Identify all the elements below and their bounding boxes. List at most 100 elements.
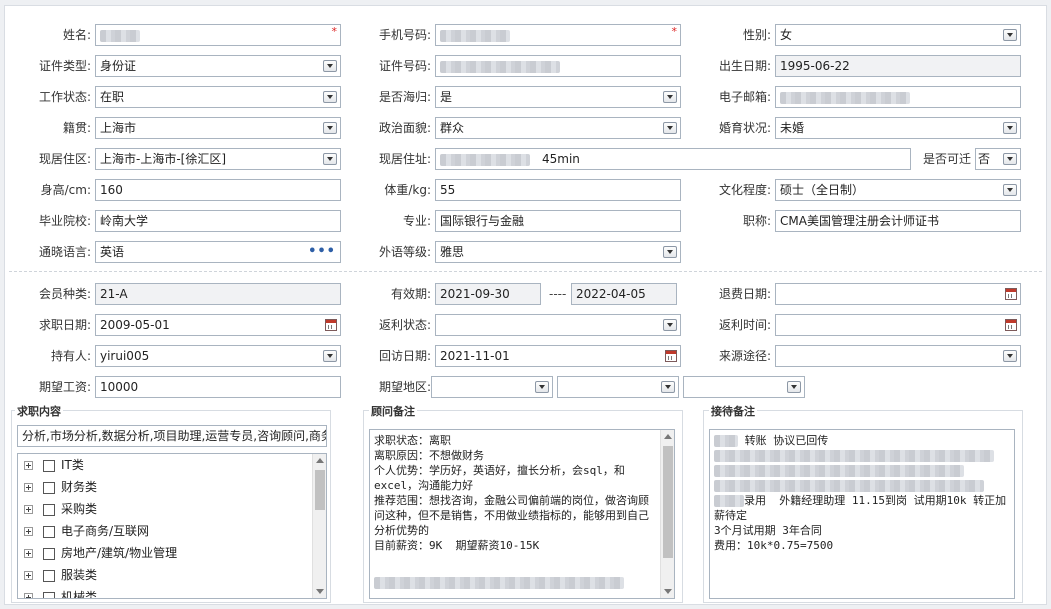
expand-icon[interactable] xyxy=(24,571,33,580)
expand-icon[interactable] xyxy=(24,549,33,558)
scroll-thumb[interactable] xyxy=(315,470,325,510)
school-field[interactable]: 岭南大学 xyxy=(95,210,341,232)
source-select[interactable] xyxy=(775,345,1021,367)
tree-item-finance[interactable]: 财务类 xyxy=(24,476,97,498)
chevron-down-icon[interactable] xyxy=(535,381,549,393)
chevron-down-icon[interactable] xyxy=(1003,350,1017,362)
reception-notes-textarea[interactable]: 转账 协议已回传 录用 外籍经理助理 11.15到岗 试用期10k 转正加薪待定… xyxy=(709,429,1015,599)
calendar-icon[interactable] xyxy=(665,350,677,362)
validity-end-field[interactable]: 2022-04-05 xyxy=(571,283,677,305)
chevron-down-icon[interactable] xyxy=(323,60,337,72)
major-field[interactable]: 国际银行与金融 xyxy=(435,210,681,232)
validity-start-value: 2021-09-30 xyxy=(440,287,510,301)
tree-item-it[interactable]: IT类 xyxy=(24,454,84,476)
expand-icon[interactable] xyxy=(24,593,33,598)
tree-item-apparel[interactable]: 服装类 xyxy=(24,564,97,586)
calendar-icon[interactable] xyxy=(1005,288,1017,300)
chevron-down-icon[interactable] xyxy=(323,122,337,134)
checkbox[interactable] xyxy=(43,481,55,494)
tree-item-realestate[interactable]: 房地产/建筑/物业管理 xyxy=(24,542,177,564)
redacted-text xyxy=(440,153,530,166)
id-no-field[interactable] xyxy=(435,55,681,77)
scroll-down-icon[interactable] xyxy=(664,589,672,594)
rebate-time-field[interactable] xyxy=(775,314,1021,336)
visit-date-field[interactable]: 2021-11-01 xyxy=(435,345,681,367)
checkbox[interactable] xyxy=(43,503,55,516)
expand-icon[interactable] xyxy=(24,461,33,470)
expand-icon[interactable] xyxy=(24,483,33,492)
scroll-up-icon[interactable] xyxy=(316,458,324,463)
tree-item-label: 电子商务/互联网 xyxy=(61,524,150,538)
work-status-select[interactable]: 在职 xyxy=(95,86,341,108)
scroll-up-icon[interactable] xyxy=(664,434,672,439)
member-type-field[interactable]: 21-A xyxy=(95,283,341,305)
id-type-select[interactable]: 身份证 xyxy=(95,55,341,77)
region-province-select[interactable] xyxy=(431,376,553,398)
language-label: 通晓语言: xyxy=(38,245,91,259)
rebate-status-select[interactable] xyxy=(435,314,681,336)
lang-level-select[interactable]: 雅思 xyxy=(435,241,681,263)
redacted-text xyxy=(714,450,994,462)
salary-field[interactable]: 10000 xyxy=(95,376,341,398)
birth-field[interactable]: 1995-06-22 xyxy=(775,55,1021,77)
email-field[interactable] xyxy=(775,86,1021,108)
more-icon[interactable]: ••• xyxy=(308,242,336,262)
name-field[interactable]: * xyxy=(95,24,341,46)
region-city-select[interactable] xyxy=(557,376,679,398)
language-field[interactable]: 英语 ••• xyxy=(95,241,341,263)
tree-item-ecommerce[interactable]: 电子商务/互联网 xyxy=(24,520,149,542)
chevron-down-icon[interactable] xyxy=(323,91,337,103)
holder-select[interactable]: yirui005 xyxy=(95,345,341,367)
phone-field[interactable]: * xyxy=(435,24,681,46)
chevron-down-icon[interactable] xyxy=(661,381,675,393)
checkbox[interactable] xyxy=(43,547,55,560)
checkbox[interactable] xyxy=(43,459,55,472)
relocate-select[interactable]: 否 xyxy=(975,148,1021,170)
job-date-field[interactable]: 2009-05-01 xyxy=(95,314,341,336)
calendar-icon[interactable] xyxy=(325,319,337,331)
chevron-down-icon[interactable] xyxy=(1003,153,1017,165)
refund-date-field[interactable] xyxy=(775,283,1021,305)
checkbox[interactable] xyxy=(43,525,55,538)
chevron-down-icon[interactable] xyxy=(663,319,677,331)
checkbox[interactable] xyxy=(43,569,55,582)
validity-start-field[interactable]: 2021-09-30 xyxy=(435,283,541,305)
chevron-down-icon[interactable] xyxy=(1003,122,1017,134)
scroll-thumb[interactable] xyxy=(663,446,673,558)
address-field[interactable]: 45min xyxy=(435,148,911,170)
height-field[interactable]: 160 xyxy=(95,179,341,201)
region-district-select[interactable] xyxy=(683,376,805,398)
overseas-select[interactable]: 是 xyxy=(435,86,681,108)
weight-field[interactable]: 55 xyxy=(435,179,681,201)
section-divider xyxy=(9,271,1042,272)
chevron-down-icon[interactable] xyxy=(323,153,337,165)
scroll-down-icon[interactable] xyxy=(316,589,324,594)
calendar-icon[interactable] xyxy=(1005,319,1017,331)
chevron-down-icon[interactable] xyxy=(323,350,337,362)
chevron-down-icon[interactable] xyxy=(663,246,677,258)
weight-label: 体重/kg: xyxy=(384,183,431,197)
consultant-notes-textarea[interactable]: 求职状态：离职 离职原因：不想做财务 个人优势：学历好，英语好，擅长分析，会sq… xyxy=(369,429,675,599)
chevron-down-icon[interactable] xyxy=(663,122,677,134)
job-category-tree[interactable]: IT类 财务类 采购类 电子商务/互联网 房地产/建筑/物业管理 服装类 机械类 xyxy=(17,453,327,599)
education-select[interactable]: 硕士（全日制） xyxy=(775,179,1021,201)
tree-item-machinery[interactable]: 机械类 xyxy=(24,586,97,598)
tree-item-purchasing[interactable]: 采购类 xyxy=(24,498,97,520)
native-select[interactable]: 上海市 xyxy=(95,117,341,139)
chevron-down-icon[interactable] xyxy=(663,91,677,103)
tree-scrollbar[interactable] xyxy=(312,454,326,598)
checkbox[interactable] xyxy=(43,591,55,598)
political-select[interactable]: 群众 xyxy=(435,117,681,139)
gender-select[interactable]: 女 xyxy=(775,24,1021,46)
marital-select[interactable]: 未婚 xyxy=(775,117,1021,139)
notes-scrollbar[interactable] xyxy=(660,430,674,598)
chevron-down-icon[interactable] xyxy=(787,381,801,393)
chevron-down-icon[interactable] xyxy=(1003,29,1017,41)
residence-select[interactable]: 上海市-上海市-[徐汇区] xyxy=(95,148,341,170)
chevron-down-icon[interactable] xyxy=(1003,184,1017,196)
expand-icon[interactable] xyxy=(24,505,33,514)
job-content-summary-field[interactable]: 分析,市场分析,数据分析,项目助理,运营专员,咨询顾问,商务 xyxy=(17,425,327,447)
validity-end-value: 2022-04-05 xyxy=(576,287,646,301)
expand-icon[interactable] xyxy=(24,527,33,536)
title-field[interactable]: CMA美国管理注册会计师证书 xyxy=(775,210,1021,232)
